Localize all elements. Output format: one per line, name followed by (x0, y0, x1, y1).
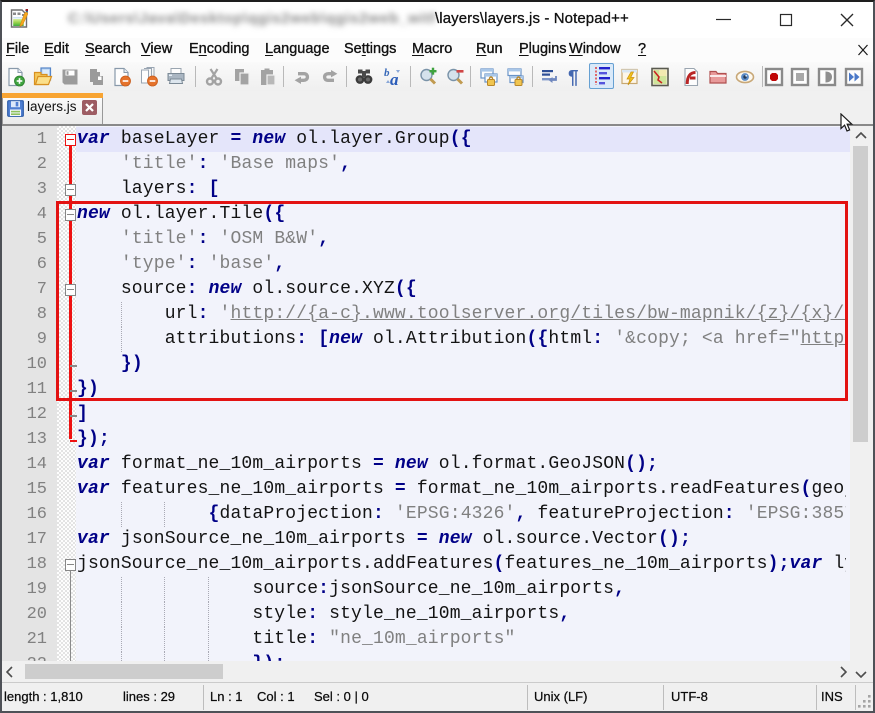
svg-text:a: a (390, 70, 399, 87)
svg-text:¶: ¶ (568, 68, 579, 88)
